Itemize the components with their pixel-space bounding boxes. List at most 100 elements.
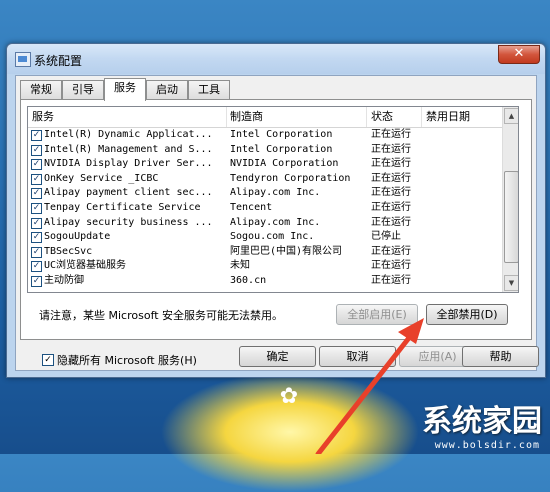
service-manufacturer: 阿里巴巴(中国)有限公司 [230,245,343,257]
service-checkbox[interactable]: ✓ [31,159,42,171]
service-name: Tenpay Certificate Service [44,201,201,213]
service-status: 正在运行 [371,143,411,155]
service-checkbox[interactable]: ✓ [31,232,42,244]
service-manufacturer: Sogou.com Inc. [230,231,315,243]
service-checkbox[interactable]: ✓ [31,246,42,258]
table-row[interactable]: ✓ Alipay security business ... Alipay.com … [28,216,503,231]
service-manufacturer: Alipay.com Inc. [230,216,321,228]
service-manufacturer: Intel Corporation [230,143,333,155]
service-disabled-date [426,201,496,215]
enable-all-button[interactable]: 全部启用(E) [336,304,418,325]
tab-startup[interactable]: 启动 [146,80,188,100]
service-checkbox[interactable]: ✓ [31,202,42,214]
service-manufacturer: Tendyron Corporation [230,172,351,184]
service-checkbox[interactable]: ✓ [31,261,42,273]
table-row[interactable]: ✓ Intel(R) Management and S... Intel Corpo… [28,143,503,158]
service-status: 正在运行 [371,216,411,228]
services-panel: 服务 制造商 状态 禁用日期 ✓ Intel(R) Dynamic Applica… [20,99,532,340]
watermark-url: www.bolsdir.com [434,440,540,451]
service-status: 正在运行 [371,172,411,184]
tab-tools[interactable]: 工具 [188,80,230,100]
column-header-disabled-date[interactable]: 禁用日期 [422,107,502,127]
column-header-manufacturer[interactable]: 制造商 [226,107,367,127]
service-name: Alipay security business ... [44,216,213,228]
column-header-service[interactable]: 服务 [28,107,227,127]
hide-ms-checkbox[interactable]: ✓ [42,354,54,366]
service-disabled-date [426,245,496,259]
dialog-client: 常规 引导 服务 启动 工具 服务 制造商 状态 禁用日期 ✓ Intel(R) … [15,75,537,371]
service-checkbox[interactable]: ✓ [31,275,42,287]
title-bar: 系统配置 ✕ [7,44,545,74]
tab-services[interactable]: 服务 [104,78,146,101]
service-disabled-date [426,216,496,230]
service-manufacturer: NVIDIA Corporation [230,158,339,170]
service-status: 正在运行 [371,260,411,272]
service-disabled-date [426,230,496,244]
service-status: 正在运行 [371,274,411,286]
help-button[interactable]: 帮助 [462,346,539,367]
scroll-thumb[interactable] [504,171,518,263]
table-row[interactable]: ✓ Tenpay Certificate Service Tencent 正在运行 [28,201,503,216]
column-header-status[interactable]: 状态 [367,107,422,127]
service-status: 正在运行 [371,158,411,170]
service-disabled-date [426,157,496,171]
service-name: Intel(R) Management and S... [44,143,213,155]
service-rows: ✓ Intel(R) Dynamic Applicat... Intel Corpo… [28,128,503,289]
table-row[interactable]: ✓ SogouUpdate Sogou.com Inc. 已停止 [28,230,503,245]
service-name: OnKey Service _ICBC [44,172,159,184]
service-name: Alipay payment client sec... [44,187,213,199]
service-checkbox[interactable]: ✓ [31,130,42,141]
table-row[interactable]: ✓ UC浏览器基础服务 未知 正在运行 [28,259,503,274]
service-disabled-date [426,259,496,273]
service-disabled-date [426,274,496,288]
table-row[interactable]: ✓ 主动防御 360.cn 正在运行 [28,274,503,289]
service-disabled-date [426,172,496,186]
table-row[interactable]: ✓ TBSecSvc 阿里巴巴(中国)有限公司 正在运行 [28,245,503,260]
service-checkbox[interactable]: ✓ [31,144,42,156]
service-status: 正在运行 [371,245,411,257]
table-row[interactable]: ✓ OnKey Service _ICBC Tendyron Corporation… [28,172,503,187]
close-button[interactable]: ✕ [498,45,540,64]
service-checkbox[interactable]: ✓ [31,188,42,200]
hide-ms-label: 隐藏所有 Microsoft 服务(H) [57,354,197,367]
service-name: Intel(R) Dynamic Applicat... [44,129,213,140]
list-header: 服务 制造商 状态 禁用日期 [28,107,503,128]
service-manufacturer: 未知 [230,260,250,272]
service-name: SogouUpdate [44,231,111,243]
service-status: 正在运行 [371,129,411,140]
table-row[interactable]: ✓ Alipay payment client sec... Alipay.com … [28,186,503,201]
scroll-up-icon[interactable]: ▲ [504,108,518,124]
window-app-icon [15,52,31,67]
flower-icon: ✿ [279,384,299,409]
system-config-window: 系统配置 ✕ 常规 引导 服务 启动 工具 服务 制造商 状态 禁用日期 ✓ In… [6,43,546,378]
service-disabled-date [426,186,496,200]
service-name: 主动防御 [44,274,84,286]
service-name: NVIDIA Display Driver Ser... [44,158,213,170]
table-row[interactable]: ✓ NVIDIA Display Driver Ser... NVIDIA Corp… [28,157,503,172]
service-status: 正在运行 [371,201,411,213]
disable-all-button[interactable]: 全部禁用(D) [426,304,508,325]
service-name: TBSecSvc [44,245,93,257]
security-note: 请注意，某些 Microsoft 安全服务可能无法禁用。 [39,309,284,322]
service-manufacturer: Alipay.com Inc. [230,187,321,199]
watermark-logo: 系统家园 [422,404,542,439]
scroll-down-icon[interactable]: ▼ [504,275,518,291]
service-manufacturer: Tencent [230,201,273,213]
window-title: 系统配置 [34,54,83,68]
service-name: UC浏览器基础服务 [44,260,127,272]
tab-general[interactable]: 常规 [20,80,62,100]
service-status: 正在运行 [371,187,411,199]
tab-boot[interactable]: 引导 [62,80,104,100]
cancel-button[interactable]: 取消 [319,346,396,367]
ok-button[interactable]: 确定 [239,346,316,367]
service-disabled-date [426,128,496,142]
service-manufacturer: Intel Corporation [230,129,333,140]
vertical-scrollbar[interactable]: ▲ ▼ [502,107,518,292]
services-list: 服务 制造商 状态 禁用日期 ✓ Intel(R) Dynamic Applica… [27,106,519,293]
service-disabled-date [426,143,496,157]
table-row[interactable]: ✓ Intel(R) Dynamic Applicat... Intel Corpo… [28,128,503,143]
service-checkbox[interactable]: ✓ [31,217,42,229]
service-manufacturer: 360.cn [230,274,267,286]
service-status: 已停止 [371,231,401,243]
service-checkbox[interactable]: ✓ [31,173,42,185]
